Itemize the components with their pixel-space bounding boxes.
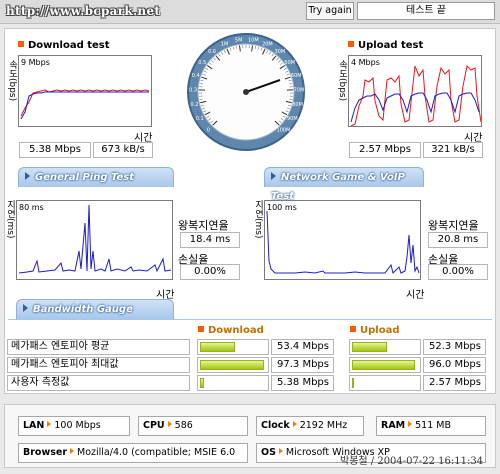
download-speed: 5.38 Mbps — [19, 142, 91, 158]
info-clock: Clock 2192 MHz — [256, 416, 364, 436]
gauge-tick-label: 0.5 — [198, 60, 206, 66]
game-series — [266, 210, 420, 274]
try-again-button[interactable]: Try again — [306, 2, 354, 20]
bullet-icon — [350, 326, 356, 332]
download-series-red — [20, 89, 150, 117]
gauge-tick-label: 90M — [287, 116, 298, 122]
download-series-blue — [20, 91, 149, 120]
upload-graph: 4 Mbps — [348, 55, 482, 127]
bandwidth-dl-value: 97.3 Mbps — [271, 357, 334, 373]
arrow-right-icon — [47, 421, 52, 427]
bullet-icon — [18, 41, 24, 47]
gauge-tick-label: 1M — [221, 42, 229, 48]
info-ram: RAM 511 MB — [376, 416, 486, 436]
arrow-right-icon — [25, 172, 30, 180]
gauge-tick-label: 0.4 — [192, 73, 200, 79]
gauge-tick-label: 80M — [292, 102, 303, 108]
download-kbs: 673 kB/s — [93, 142, 153, 158]
game-loss: 0.00% — [428, 264, 488, 280]
ping-latency-label: 왕복지연율 — [178, 219, 229, 232]
info-cpu: CPU 586 — [138, 416, 248, 436]
gauge-tick-label: 10M — [248, 38, 259, 44]
bandwidth-dl-value: 53.4 Mbps — [271, 339, 334, 355]
bandwidth-row-label: 사용자 측정값 — [7, 375, 190, 391]
ping-graph-svg — [18, 204, 172, 274]
bandwidth-upload-header: Upload — [350, 325, 399, 336]
game-graph: 100 ms — [264, 200, 421, 280]
bandwidth-dl-bar — [197, 339, 269, 355]
arrow-right-icon — [408, 421, 413, 427]
gauge-hub — [243, 89, 249, 95]
ping-loss: 0.00% — [180, 264, 240, 280]
gauge-tick-label: 30M — [275, 49, 286, 55]
upload-scale: 4 Mbps — [351, 58, 380, 67]
upload-kbs: 321 kB/s — [423, 142, 483, 158]
test-status-field: 테스트 끝 — [357, 2, 495, 20]
bandwidth-row-label: 메가패스 엔토피아 평균 — [7, 339, 190, 355]
bandwidth-ul-bar-fill — [352, 378, 354, 388]
bandwidth-ul-bar — [349, 375, 421, 391]
gauge-tick-label: 0.1 — [196, 116, 204, 122]
info-lan: LAN 100 Mbps — [18, 416, 130, 436]
signature: 박봉철 / 2004-07-22 16:11:34 — [340, 456, 484, 467]
bandwidth-dl-bar-fill — [200, 378, 204, 388]
info-browser: Browser Mozilla/4.0 (compatible; MSIE 6.0 — [18, 443, 248, 463]
arrow-right-icon — [70, 448, 75, 454]
gauge-tick-label: 0.6 — [208, 49, 216, 55]
bandwidth-dl-bar-fill — [200, 360, 264, 370]
game-latency: 20.8 ms — [428, 232, 488, 248]
arrow-right-icon — [167, 421, 172, 427]
speed-gauge: 0 0.1 0.2 0.3 0.4 0.5 0.6 1M 5M 10M 20M 30M 50M 60M 70… — [186, 32, 306, 152]
arrow-right-icon — [278, 448, 283, 454]
bandwidth-ul-bar-fill — [352, 360, 415, 370]
gauge-tick-label: 5M — [235, 38, 243, 44]
site-url[interactable]: http://www.bcpark.net — [6, 4, 160, 18]
gauge-svg: 00.1 0.2 0.3 0.4 0.50.6 1M 5M 10M20M30M 50M 60M 70… — [187, 33, 305, 151]
arrow-right-icon — [271, 172, 276, 180]
gauge-tick-label: 60M — [291, 73, 302, 79]
gauge-tick-label: 100M — [277, 127, 291, 133]
game-latency-label: 왕복지연율 — [428, 219, 479, 232]
bandwidth-ul-bar — [349, 339, 421, 355]
game-scale: 100 ms — [267, 203, 297, 212]
gauge-tick-label: 0.3 — [189, 88, 197, 94]
bandwidth-divider — [8, 319, 492, 320]
bandwidth-ul-value: 96.0 Mbps — [423, 357, 486, 373]
tab-general-ping-test[interactable]: General Ping Test — [18, 167, 174, 187]
bandwidth-download-header: Download — [198, 325, 264, 336]
game-graph-svg — [266, 210, 420, 274]
ping-scale: 80 ms — [19, 203, 44, 212]
gauge-tick-label: 70M — [294, 88, 305, 94]
bandwidth-dl-bar — [197, 357, 269, 373]
ping-graph: 80 ms — [16, 200, 173, 280]
bandwidth-row-label: 메가패스 엔토피아 최대값 — [7, 357, 190, 373]
arrow-right-icon — [23, 304, 28, 312]
ping-latency: 18.4 ms — [180, 232, 240, 248]
gauge-tick-label: 0 — [207, 127, 210, 133]
tab-bandwidth-gauge[interactable]: Bandwidth Gauge — [16, 299, 174, 319]
gauge-tick-label: 50M — [284, 60, 295, 66]
tab-network-game-voip-test[interactable]: Network Game & VoIP Test — [264, 167, 424, 202]
ping-series — [18, 204, 172, 274]
download-scale: 9 Mbps — [21, 58, 50, 67]
bullet-icon — [348, 41, 354, 47]
bandwidth-ul-bar-fill — [352, 342, 387, 352]
upload-test-title: Upload test — [348, 40, 423, 51]
bandwidth-ul-value: 52.3 Mbps — [423, 339, 486, 355]
bandwidth-ul-bar — [349, 357, 421, 373]
game-time-label: 시간 — [406, 290, 425, 301]
gauge-tick-label: 0.2 — [190, 102, 198, 108]
gauge-tick-label: 20M — [262, 42, 273, 48]
bandwidth-dl-bar-fill — [200, 342, 235, 352]
download-graph: 9 Mbps — [18, 55, 152, 127]
bandwidth-dl-bar — [197, 375, 269, 391]
upload-speed: 2.57 Mbps — [349, 142, 421, 158]
upload-series-blue — [350, 92, 480, 123]
bullet-icon — [198, 326, 204, 332]
arrow-right-icon — [292, 421, 297, 427]
download-test-title: Download test — [18, 40, 110, 51]
bandwidth-ul-value: 2.57 Mbps — [423, 375, 486, 391]
bandwidth-dl-value: 5.38 Mbps — [271, 375, 334, 391]
